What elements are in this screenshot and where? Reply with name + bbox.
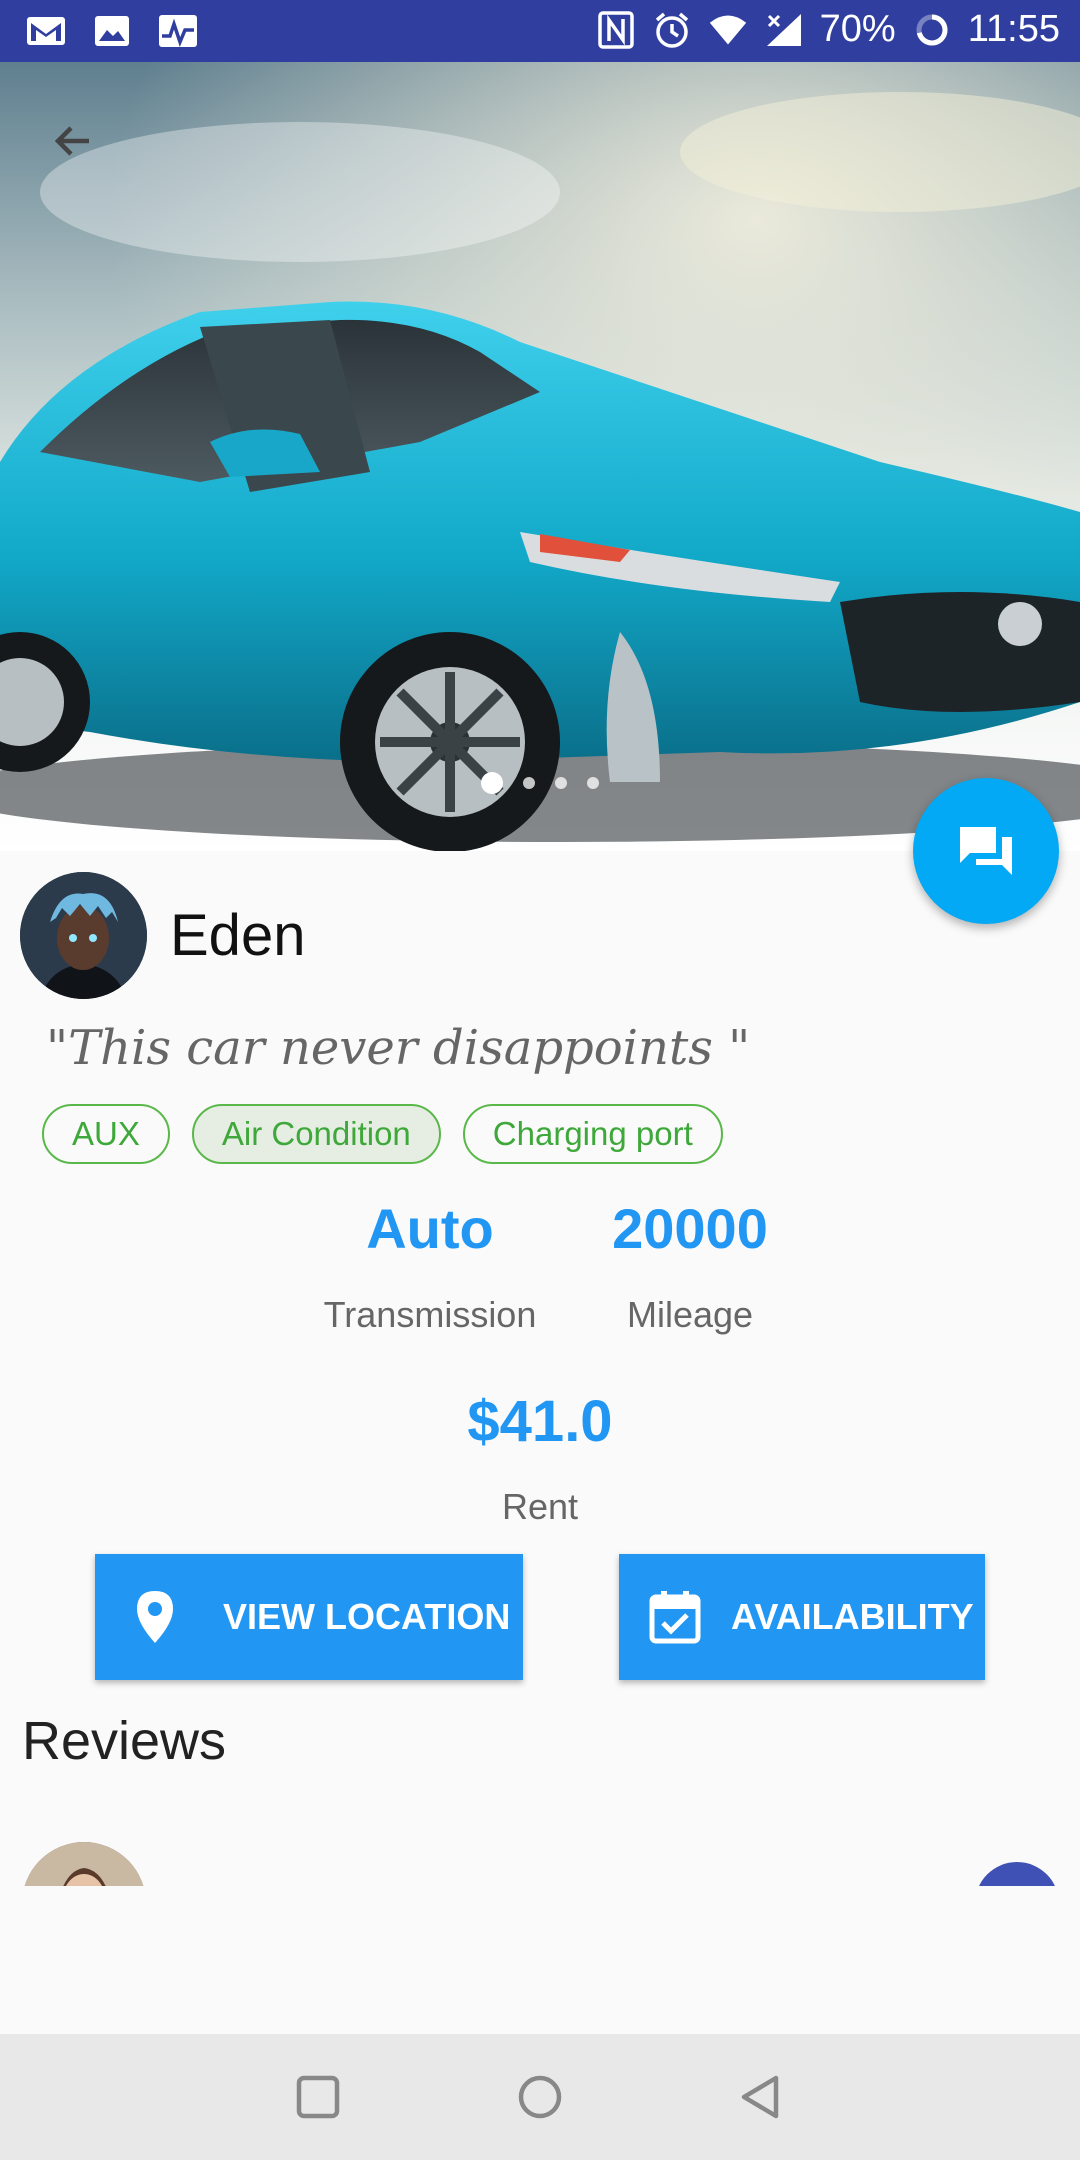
car-photo <box>0 62 1080 851</box>
gmail-icon <box>26 12 66 50</box>
reviews-heading: Reviews <box>22 1711 227 1771</box>
calendar-check-icon <box>647 1589 703 1645</box>
chip-air-condition[interactable]: Air Condition <box>191 1104 441 1164</box>
mileage-label: Mileage <box>626 1294 754 1335</box>
chat-button[interactable] <box>913 778 1059 924</box>
battery-icon <box>912 11 952 49</box>
recents-button[interactable] <box>285 2064 351 2130</box>
carousel-dot[interactable] <box>481 772 503 794</box>
rent-value: $41.0 <box>467 1389 613 1454</box>
battery-percent: 70% <box>819 8 896 50</box>
carousel-dot[interactable] <box>555 777 567 789</box>
arrow-back-icon <box>54 126 89 156</box>
mileage-value: 20000 <box>612 1197 768 1260</box>
back-nav-button[interactable] <box>728 2064 794 2130</box>
triangle-back-icon <box>741 2075 779 2119</box>
feature-chips: AUX Air Condition Charging port <box>42 1104 723 1164</box>
transmission-value: Auto <box>366 1197 494 1260</box>
wifi-icon <box>708 11 748 49</box>
circle-icon <box>518 2075 562 2119</box>
transmission-label: Transmission <box>323 1294 537 1335</box>
owner-name: Eden <box>170 903 306 968</box>
chip-charging-port[interactable]: Charging port <box>462 1104 723 1164</box>
clock: 11:55 <box>967 8 1060 50</box>
car-image-carousel[interactable] <box>0 62 1080 851</box>
square-icon <box>296 2075 340 2119</box>
availability-label: AVAILABILITY <box>731 1596 974 1637</box>
status-bar: 70% 11:55 <box>0 0 1080 62</box>
carousel-dot[interactable] <box>523 777 535 789</box>
view-location-button[interactable]: VIEW LOCATION <box>95 1554 523 1680</box>
rent-label: Rent <box>501 1486 579 1527</box>
reviews-list <box>0 1820 1080 1886</box>
owner-quote: "This car never disappoints " <box>46 1020 751 1076</box>
gallery-icon <box>92 12 132 50</box>
owner-avatar[interactable] <box>20 872 147 999</box>
reviewer-avatar[interactable] <box>22 1842 146 1886</box>
signal-icon <box>764 11 804 49</box>
back-button[interactable] <box>36 104 110 178</box>
activity-icon <box>158 12 198 50</box>
avatar-image <box>20 872 147 999</box>
carousel-indicator <box>0 772 1080 794</box>
chat-icon <box>960 827 1012 875</box>
view-location-label: VIEW LOCATION <box>223 1596 511 1637</box>
system-nav-bar <box>0 2034 1080 2160</box>
location-pin-icon <box>127 1589 183 1645</box>
availability-button[interactable]: AVAILABILITY <box>619 1554 985 1680</box>
chip-aux[interactable]: AUX <box>42 1104 170 1164</box>
reviewer-image <box>22 1842 146 1886</box>
nfc-icon <box>596 10 636 49</box>
review-action-button[interactable] <box>975 1862 1059 1886</box>
carousel-dot[interactable] <box>587 777 599 789</box>
alarm-icon <box>652 11 692 49</box>
home-button[interactable] <box>507 2064 573 2130</box>
